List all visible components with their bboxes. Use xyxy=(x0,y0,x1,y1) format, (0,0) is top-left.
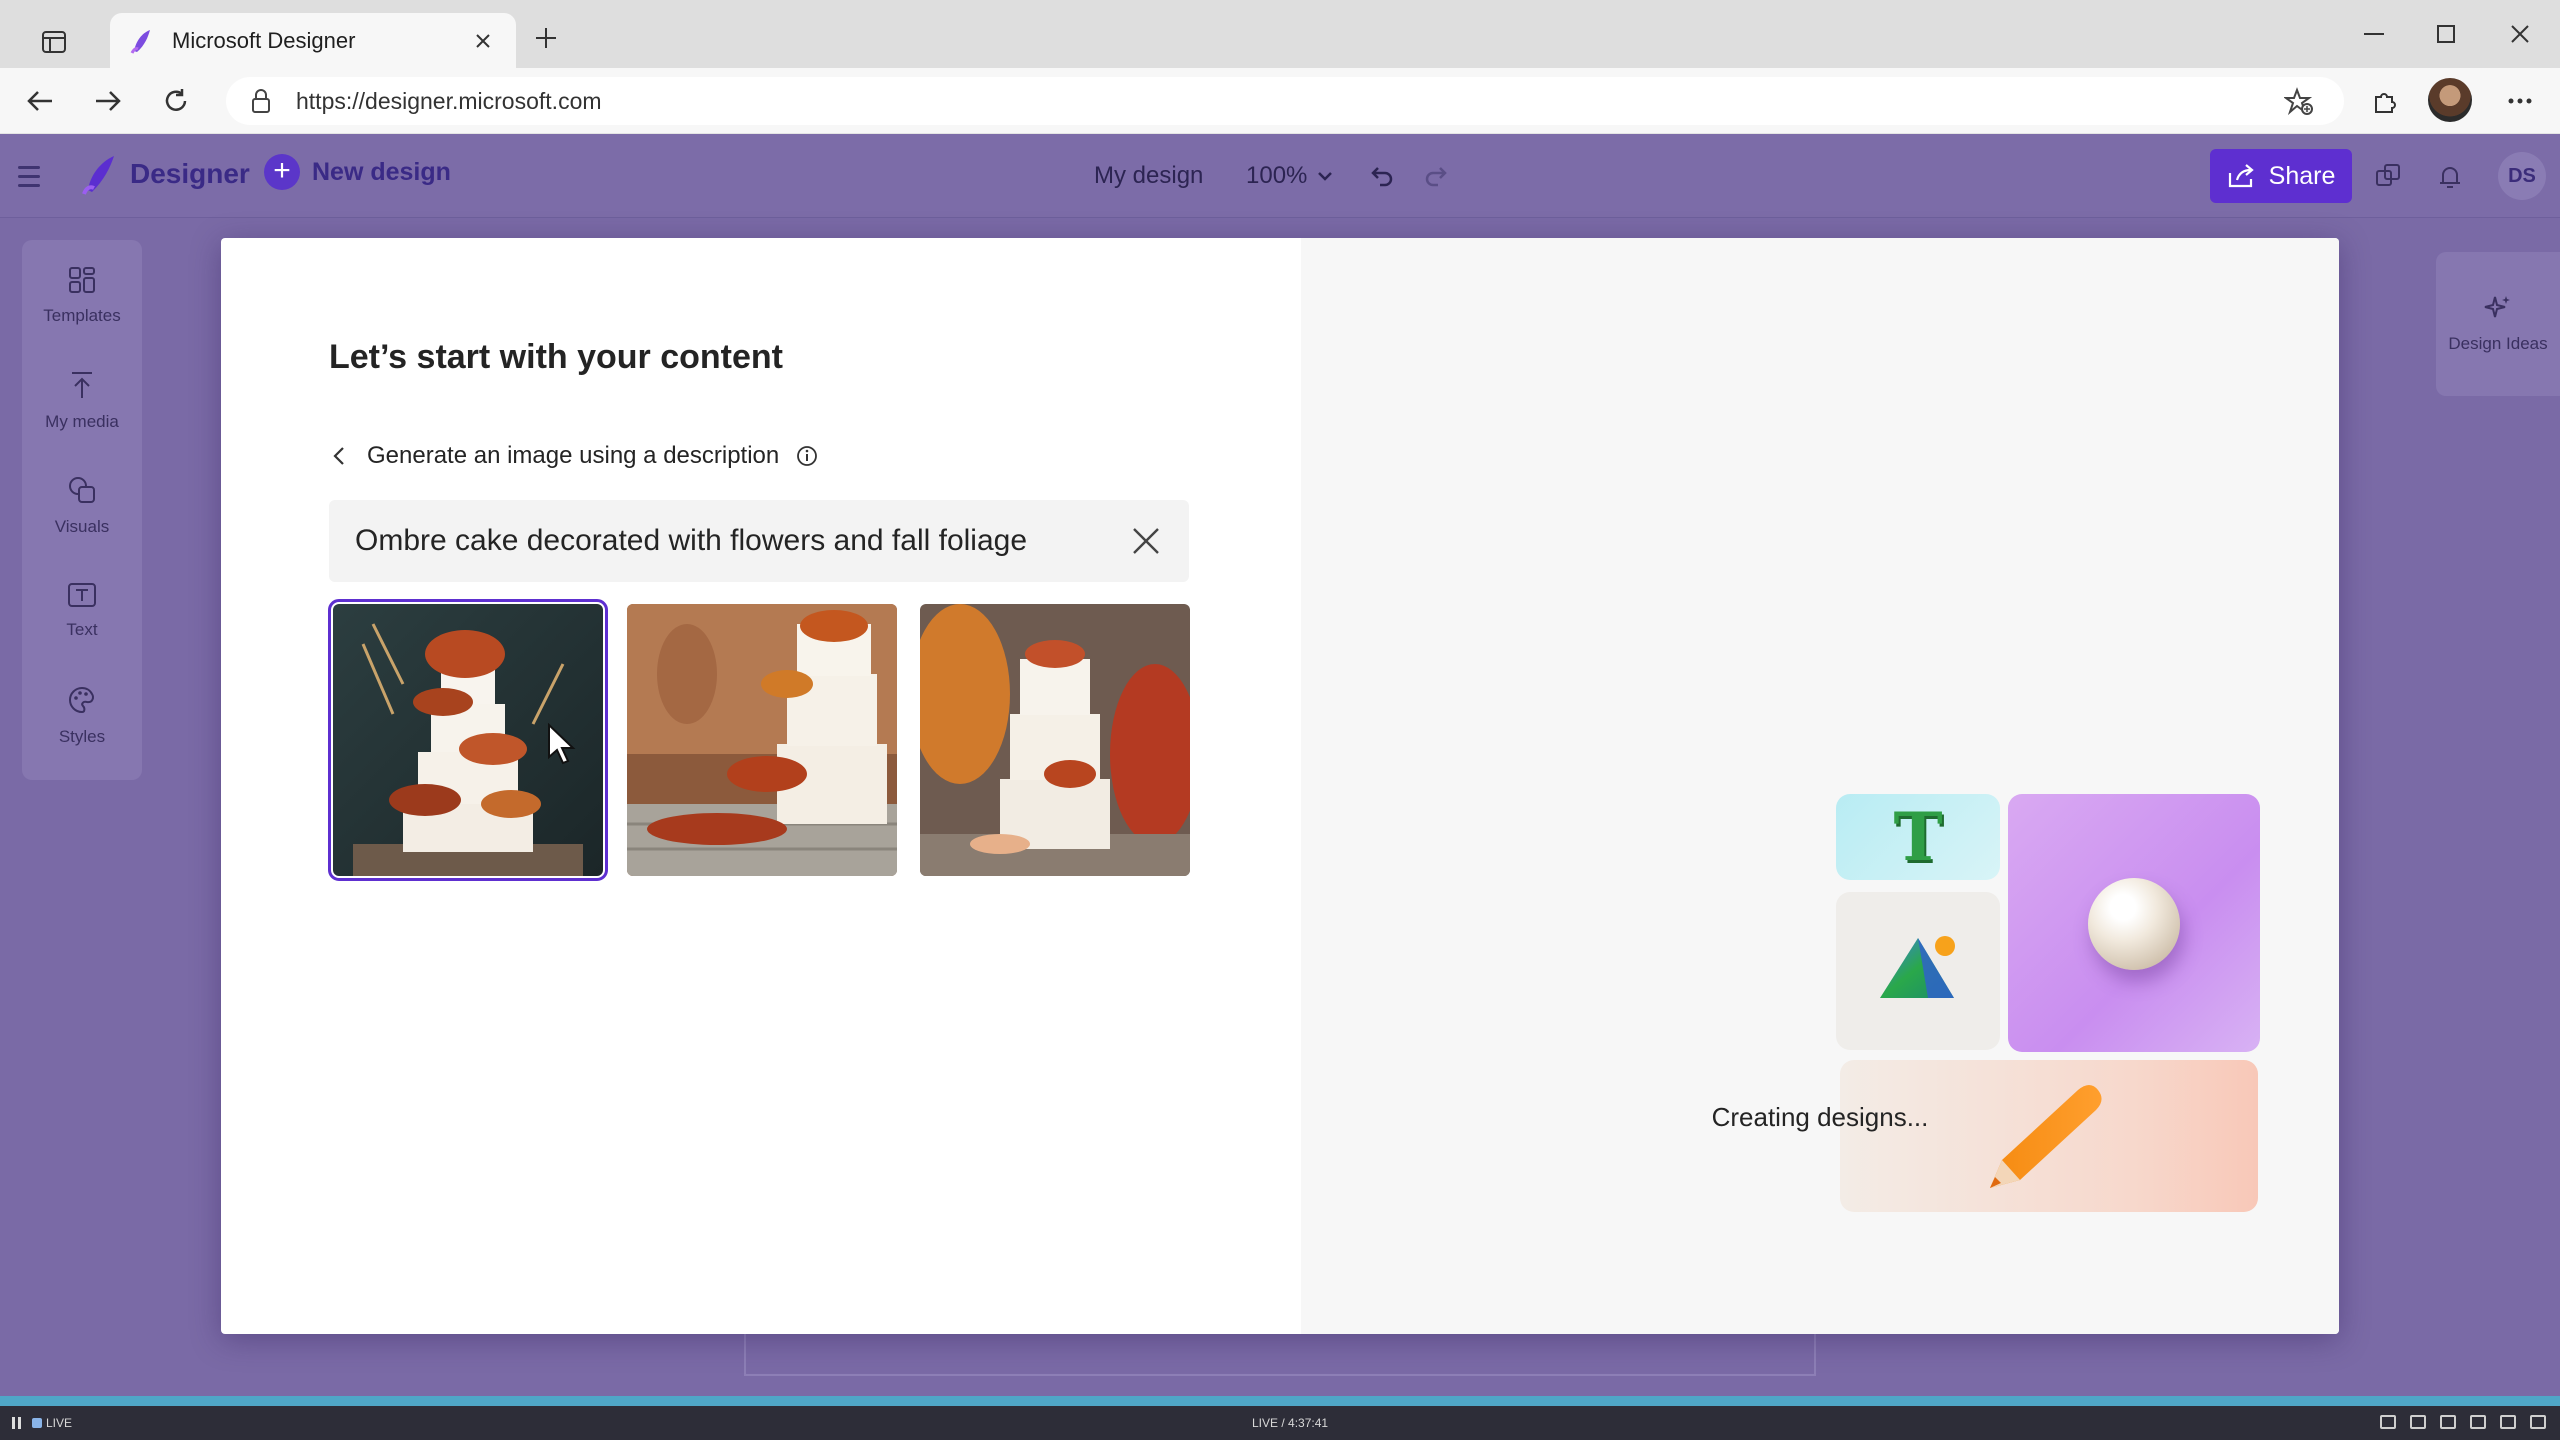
rail-item-styles[interactable]: Styles xyxy=(22,668,142,764)
status-text: Creating designs... xyxy=(1711,1102,1929,1132)
browser-tab[interactable]: Microsoft Designer xyxy=(110,13,516,69)
rail-label: Visuals xyxy=(54,517,110,536)
document-title[interactable]: My design xyxy=(1094,162,1203,190)
dialog-heading: Let’s start with your content xyxy=(329,338,784,376)
live-dot-icon xyxy=(32,1418,42,1428)
tray-icon[interactable] xyxy=(2380,1415,2396,1429)
rail-label: Templates xyxy=(43,306,121,325)
stream-status-bar: LIVE LIVE / 4:37:41 xyxy=(0,1406,2560,1440)
chevron-down-icon xyxy=(1318,172,1333,181)
generated-image-3[interactable] xyxy=(920,604,1190,876)
extensions-icon[interactable] xyxy=(2364,81,2404,121)
pause-icon[interactable] xyxy=(12,1417,22,1429)
generated-image-2[interactable] xyxy=(627,604,897,876)
upload-icon xyxy=(72,372,92,398)
close-window-icon[interactable] xyxy=(2490,14,2550,54)
rail-item-text[interactable]: Text xyxy=(22,563,142,659)
text-icon xyxy=(68,583,96,607)
zoom-dropdown[interactable]: 100% xyxy=(1246,162,1333,190)
live-badge: LIVE xyxy=(32,1416,72,1430)
close-tab-icon[interactable] xyxy=(468,26,498,56)
sphere-tile xyxy=(2008,794,2260,1052)
image-description-input[interactable]: Ombre cake decorated with flowers and fa… xyxy=(329,500,1189,582)
tab-title: Microsoft Designer xyxy=(172,28,356,53)
content-dialog: Let’s start with your content Generate a… xyxy=(221,238,2339,1334)
browser-profile-avatar[interactable] xyxy=(2428,78,2472,122)
system-tray xyxy=(2380,1415,2546,1429)
maximize-icon[interactable] xyxy=(2416,14,2476,54)
live-label: LIVE xyxy=(46,1416,73,1430)
plus-icon: + xyxy=(264,154,300,190)
left-rail: Templates My media Visuals Text Styles xyxy=(22,240,142,780)
url-text: https://designer.microsoft.com xyxy=(296,87,602,114)
share-icon xyxy=(2228,164,2254,188)
back-to-options-button[interactable]: Generate an image using a description xyxy=(329,442,819,470)
info-icon[interactable] xyxy=(795,444,819,468)
chevron-left-icon xyxy=(333,447,344,465)
visuals-icon xyxy=(69,477,95,503)
user-avatar[interactable]: DS xyxy=(2498,152,2546,200)
triangle-image-icon xyxy=(1880,936,1955,998)
new-design-button[interactable]: + New design xyxy=(264,154,451,190)
redo-icon[interactable] xyxy=(1418,158,1454,194)
hamburger-menu-icon[interactable] xyxy=(18,160,50,192)
undo-icon[interactable] xyxy=(1364,158,1400,194)
notifications-icon[interactable] xyxy=(2430,156,2470,196)
new-design-label: New design xyxy=(312,157,451,186)
templates-icon xyxy=(69,267,95,293)
rail-label: Text xyxy=(66,620,98,639)
brand-name: Designer xyxy=(130,158,250,189)
prompt-value: Ombre cake decorated with flowers and fa… xyxy=(355,524,1028,557)
share-label: Share xyxy=(2268,161,2336,190)
tray-icon[interactable] xyxy=(2470,1415,2486,1429)
refresh-icon[interactable] xyxy=(156,81,196,121)
back-label: Generate an image using a description xyxy=(367,442,780,469)
text-tile-letter: T xyxy=(1893,798,1943,876)
pen-tile xyxy=(1840,1060,2258,1212)
tray-icon[interactable] xyxy=(2410,1415,2426,1429)
timecode: LIVE / 4:37:41 xyxy=(1252,1416,1329,1430)
stream-progress-bar xyxy=(0,1396,2560,1406)
rail-item-visuals[interactable]: Visuals xyxy=(22,458,142,554)
loading-illustration: T xyxy=(1836,794,2260,1214)
sparkle-icon xyxy=(2484,296,2510,318)
forward-arrow-icon[interactable] xyxy=(88,81,128,121)
lock-icon xyxy=(252,89,270,113)
browser-tab-strip: Microsoft Designer xyxy=(0,0,2560,69)
collaborate-icon[interactable] xyxy=(2368,156,2408,196)
shape-tile xyxy=(1836,892,2000,1050)
add-favorite-icon[interactable] xyxy=(2284,87,2314,117)
brand[interactable]: Designer xyxy=(80,152,250,196)
design-ideas-button[interactable]: Design Ideas xyxy=(2436,252,2560,396)
address-bar: https://designer.microsoft.com xyxy=(0,68,2560,134)
clear-icon[interactable] xyxy=(1129,524,1163,558)
mouse-cursor-icon xyxy=(548,723,576,765)
back-arrow-icon[interactable] xyxy=(20,81,60,121)
share-button[interactable]: Share xyxy=(2210,149,2352,203)
palette-icon xyxy=(69,686,94,714)
designer-favicon-icon xyxy=(130,30,150,54)
sphere-shape xyxy=(2088,878,2180,970)
more-options-icon[interactable] xyxy=(2500,81,2540,121)
designer-app-bar: Designer + New design My design 100% Sha… xyxy=(0,134,2560,218)
rail-item-my-media[interactable]: My media xyxy=(22,353,142,449)
rail-label: Styles xyxy=(58,727,106,746)
design-ideas-label: Design Ideas xyxy=(2448,334,2548,353)
pencil-icon xyxy=(1990,1085,2102,1188)
rail-item-templates[interactable]: Templates xyxy=(22,248,142,344)
designer-logo-icon xyxy=(82,156,114,195)
tray-icon[interactable] xyxy=(2440,1415,2456,1429)
tray-icon[interactable] xyxy=(2530,1415,2546,1429)
url-field[interactable]: https://designer.microsoft.com xyxy=(226,77,2344,125)
text-tile: T xyxy=(1836,794,2000,880)
new-tab-icon[interactable] xyxy=(528,20,564,56)
zoom-value: 100% xyxy=(1246,162,1308,189)
rail-label: My media xyxy=(45,412,119,431)
minimize-icon[interactable] xyxy=(2344,14,2404,54)
tab-actions-icon[interactable] xyxy=(34,22,74,62)
tray-icon[interactable] xyxy=(2500,1415,2516,1429)
